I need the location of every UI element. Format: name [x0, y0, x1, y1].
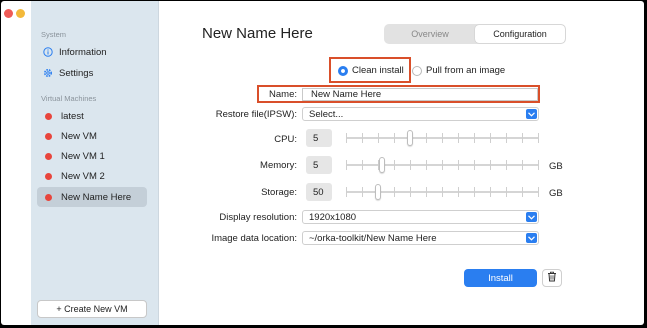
sidebar-item-label: Settings — [59, 67, 94, 79]
name-label: Name: — [269, 89, 297, 100]
app-window: System Information Settings Virtual Mach… — [1, 1, 644, 325]
sidebar-item-vm[interactable]: New VM — [37, 126, 147, 146]
status-dot-icon — [45, 193, 52, 201]
name-field[interactable]: New Name Here — [302, 88, 538, 101]
sidebar-item-vm[interactable]: latest — [37, 106, 147, 126]
radio-selected-icon — [338, 65, 348, 76]
restore-file-label: Restore file(IPSW): — [215, 109, 297, 120]
page-title: New Name Here — [202, 25, 313, 42]
cpu-slider[interactable] — [346, 130, 539, 146]
radio-label: Clean install — [352, 65, 404, 76]
sidebar-item-label: Information — [59, 46, 107, 58]
storage-label: Storage: — [261, 187, 297, 198]
memory-slider-thumb[interactable] — [379, 157, 385, 173]
restore-file-value: Select... — [309, 108, 344, 120]
image-data-location-value: ~/orka-toolkit/New Name Here — [309, 232, 437, 244]
sidebar-item-information[interactable]: Information — [37, 42, 147, 62]
radio-unselected-icon — [412, 65, 422, 76]
radio-clean-install[interactable]: Clean install — [338, 65, 404, 76]
radio-pull-from-image[interactable]: Pull from an image — [412, 65, 505, 76]
memory-unit: GB — [549, 161, 563, 172]
cpu-slider-thumb[interactable] — [407, 130, 413, 146]
info-circle-icon — [43, 47, 53, 57]
memory-field[interactable]: 5 — [306, 156, 332, 174]
status-dot-icon — [45, 112, 52, 120]
tab-switcher: Overview Configuration — [384, 24, 566, 44]
gear-icon — [43, 68, 53, 78]
minimize-window-button[interactable] — [16, 9, 25, 18]
storage-slider-thumb[interactable] — [375, 184, 381, 200]
tab-configuration[interactable]: Configuration — [475, 25, 565, 43]
sidebar-item-vm[interactable]: New VM 2 — [37, 166, 147, 186]
sidebar: System Information Settings Virtual Mach… — [31, 1, 159, 325]
sidebar-item-vm-selected[interactable]: New Name Here — [37, 187, 147, 207]
storage-unit: GB — [549, 188, 563, 199]
sidebar-section-virtual-machines: Virtual Machines — [41, 94, 97, 103]
display-resolution-value: 1920x1080 — [309, 211, 357, 223]
restore-file-select[interactable]: Select... — [302, 107, 539, 121]
cpu-label: CPU: — [274, 134, 297, 145]
memory-slider[interactable] — [346, 157, 539, 173]
status-dot-icon — [45, 132, 52, 140]
sidebar-section-system: System — [41, 30, 67, 39]
chevron-down-icon — [526, 233, 537, 243]
chevron-down-icon — [526, 109, 537, 119]
sidebar-item-vm[interactable]: New VM 1 — [37, 146, 147, 166]
sidebar-item-settings[interactable]: Settings — [37, 63, 147, 83]
memory-label: Memory: — [260, 160, 297, 171]
delete-vm-button[interactable] — [542, 269, 562, 287]
tab-overview[interactable]: Overview — [385, 25, 475, 43]
status-dot-icon — [45, 172, 52, 180]
image-data-location-select[interactable]: ~/orka-toolkit/New Name Here — [302, 231, 539, 245]
storage-field[interactable]: 50 — [306, 183, 332, 201]
radio-label: Pull from an image — [426, 65, 506, 76]
sidebar-item-label: New VM 2 — [61, 170, 105, 182]
create-new-vm-button[interactable]: + Create New VM — [37, 300, 147, 318]
sidebar-item-label: New Name Here — [61, 191, 132, 203]
cpu-field[interactable]: 5 — [306, 129, 332, 147]
install-button[interactable]: Install — [464, 269, 537, 287]
status-dot-icon — [45, 152, 52, 160]
sidebar-item-label: New VM 1 — [61, 150, 105, 162]
sidebar-item-label: New VM — [61, 130, 97, 142]
display-resolution-select[interactable]: 1920x1080 — [302, 210, 539, 224]
sidebar-item-label: latest — [61, 110, 84, 122]
chevron-down-icon — [526, 212, 537, 222]
image-data-location-label: Image data location: — [211, 233, 297, 244]
display-resolution-label: Display resolution: — [219, 212, 297, 223]
trash-icon — [547, 271, 557, 285]
close-window-button[interactable] — [4, 9, 13, 18]
storage-slider[interactable] — [346, 184, 539, 200]
